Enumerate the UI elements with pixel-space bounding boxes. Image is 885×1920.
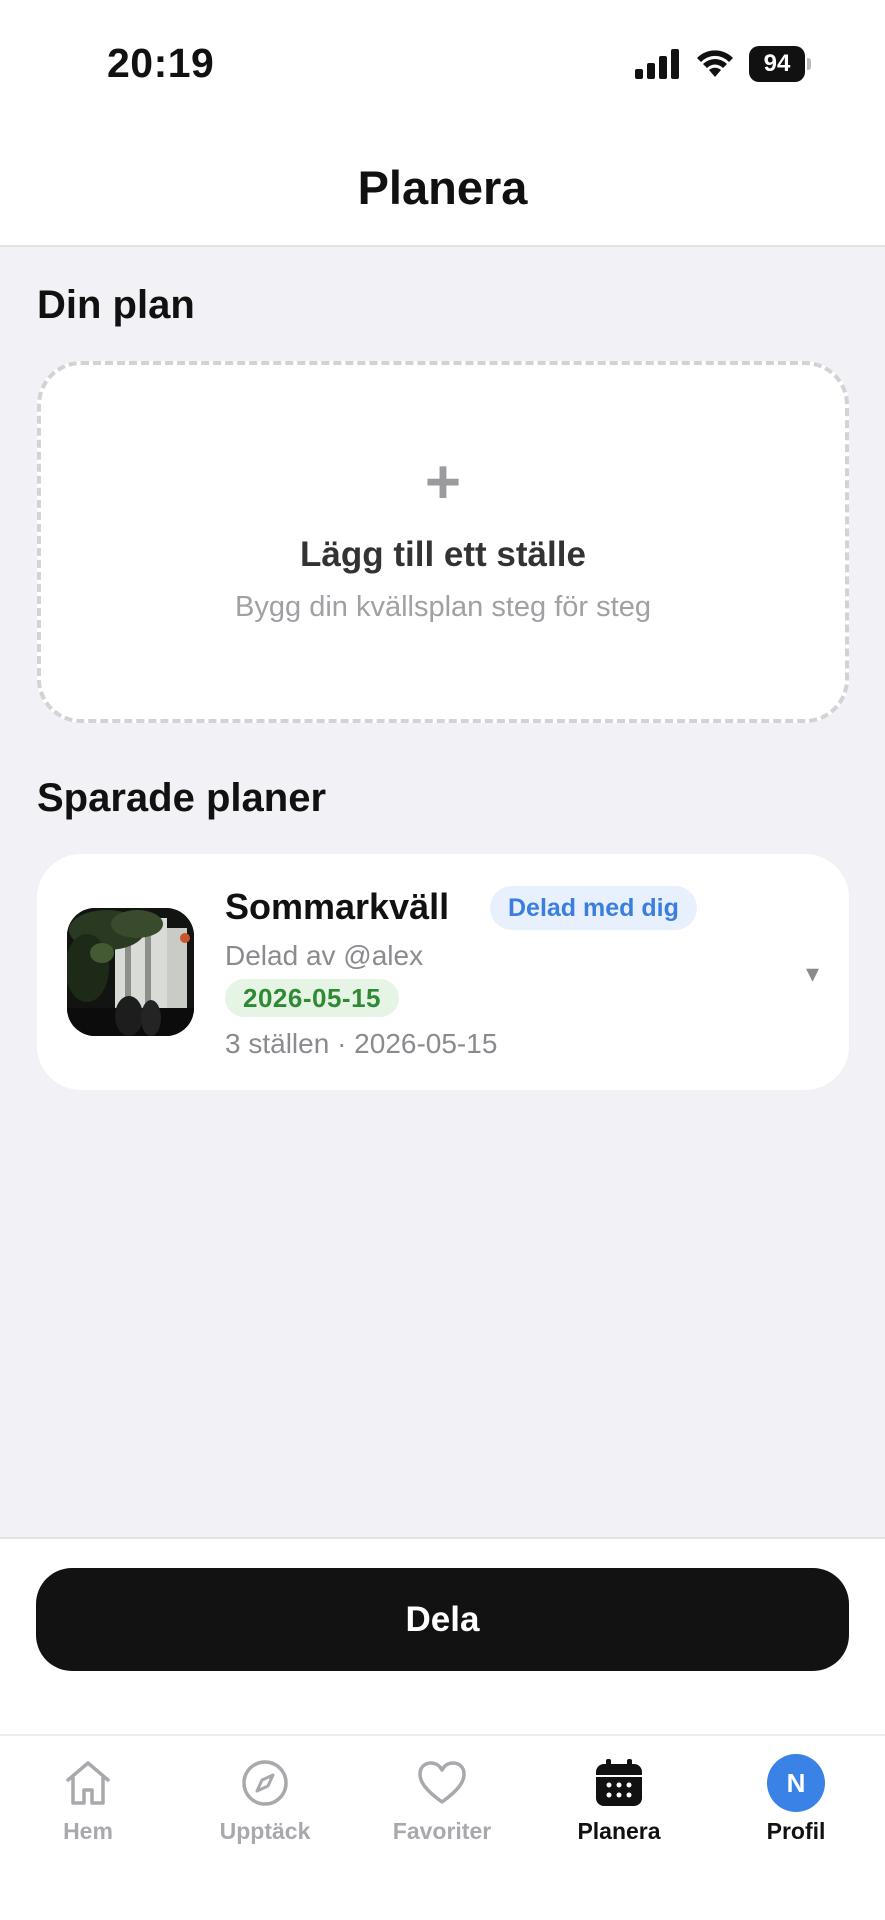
saved-section-heading: Sparade planer [37, 776, 327, 820]
status-icons: 94 [635, 46, 811, 82]
tab-upptack[interactable]: Upptäck [177, 1754, 353, 1864]
page-title: Planera [357, 161, 528, 214]
wifi-icon [697, 50, 733, 77]
avatar: N [767, 1754, 825, 1812]
date-badge: 2026-05-15 [225, 979, 399, 1017]
tab-favoriter[interactable]: Favoriter [354, 1754, 530, 1864]
calendar-icon [596, 1759, 642, 1806]
tab-label-upptack: Upptäck [219, 1818, 311, 1844]
shared-by-text: Delad av @alex [225, 940, 424, 971]
shared-badge: Delad med dig [490, 886, 697, 930]
heart-icon [418, 1761, 466, 1804]
tab-profil[interactable]: N Profil [708, 1754, 884, 1864]
plan-meta: 3 ställen · 2026-05-15 [225, 1028, 498, 1059]
tab-label-planera: Planera [577, 1818, 661, 1844]
plus-icon: + [424, 447, 462, 517]
battery-level: 94 [749, 46, 805, 82]
add-place-title: Lägg till ett ställe [300, 534, 586, 574]
tab-label-favoriter: Favoriter [392, 1818, 492, 1844]
header-area: 20:19 94 Planera [0, 0, 885, 247]
plan-section-heading: Din plan [37, 283, 195, 327]
add-place-card[interactable]: + Lägg till ett ställe Bygg din kvällspl… [37, 361, 849, 723]
plan-thumbnail [67, 908, 194, 1036]
home-icon [66, 1761, 110, 1805]
tab-label-hem: Hem [63, 1818, 113, 1844]
share-button[interactable]: Dela [36, 1568, 849, 1671]
compass-icon [242, 1760, 288, 1806]
chevron-down-icon[interactable]: ▾ [806, 958, 819, 989]
status-time: 20:19 [107, 40, 215, 86]
saved-plan-card[interactable]: Sommarkväll Delad med dig Delad av @alex… [37, 854, 849, 1090]
add-place-subtitle: Bygg din kvällsplan steg för steg [235, 590, 651, 623]
planera-screen: 20:19 94 Planera Din plan + Lägg till et… [0, 0, 885, 1920]
share-area: Dela [0, 1537, 885, 1734]
tab-bar: Hem Upptäck Favoriter Planera N Profil [0, 1734, 885, 1920]
tab-label-profil: Profil [766, 1818, 826, 1844]
plan-name: Sommarkväll [225, 886, 450, 927]
tab-planera[interactable]: Planera [531, 1754, 707, 1864]
cellular-signal-icon [635, 49, 679, 79]
battery-icon: 94 [749, 46, 811, 82]
tab-hem[interactable]: Hem [0, 1754, 176, 1864]
